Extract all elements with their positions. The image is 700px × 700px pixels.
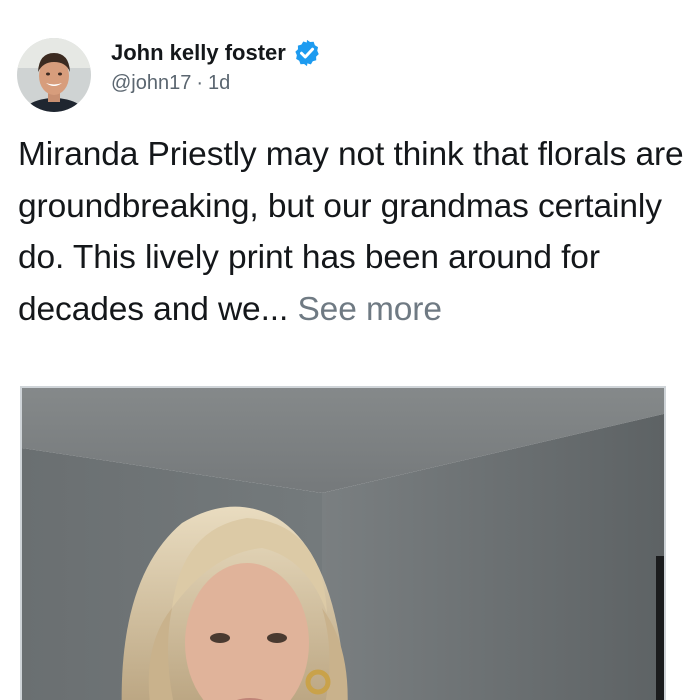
post-timestamp[interactable]: 1d	[208, 72, 230, 95]
author-name-row: John kelly foster	[111, 38, 322, 68]
post-media-photo[interactable]	[20, 386, 666, 700]
see-more-link[interactable]: See more	[297, 291, 442, 328]
photo-icon	[22, 388, 664, 700]
post-text: Miranda Priestly may not think that flor…	[18, 129, 688, 335]
avatar-photo-icon	[17, 38, 91, 112]
verified-badge-icon	[292, 38, 322, 68]
meta-separator: ·	[196, 72, 204, 94]
author-meta-row: @john17 · 1d	[111, 72, 230, 95]
author-display-name[interactable]: John kelly foster	[111, 40, 286, 66]
author-handle[interactable]: @john17	[111, 72, 191, 95]
post-card: John kelly foster @john17 · 1d Miranda P…	[0, 0, 700, 700]
author-avatar[interactable]	[17, 38, 91, 112]
